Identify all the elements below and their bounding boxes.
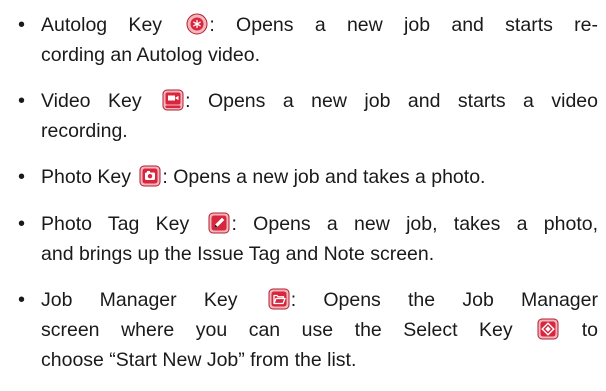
list-item-text: Video Key : Opens a new job and starts a…	[41, 86, 598, 146]
list-item-text: Autolog Key : Opens a new job and starts…	[41, 10, 598, 70]
description-text: to	[560, 319, 598, 341]
key-name-text: Photo Tag Key	[41, 213, 206, 235]
bullet: •	[18, 166, 26, 188]
key-name-text: Job Manager Key	[41, 289, 265, 311]
line: Video Key : Opens a new job and starts a…	[41, 86, 598, 116]
line: Photo Tag Key : Opens a new job, takes a…	[41, 209, 598, 239]
description-text: : Opens a new job, takes a photo,	[231, 213, 598, 235]
list-item-text: Job Manager Key : Opens the Job Manager …	[41, 285, 598, 375]
description-text: : Opens a new job and starts a video	[185, 90, 598, 112]
line: Job Manager Key : Opens the Job Manager	[41, 285, 598, 315]
key-name-text: Photo Key	[41, 166, 137, 188]
key-name-text: Autolog Key	[41, 14, 184, 36]
line: screen where you can use the Select Key …	[41, 315, 598, 345]
autolog-key-icon	[186, 13, 208, 35]
document-page: • Autolog Key : Opens a new job and star…	[0, 0, 606, 391]
bullet: •	[18, 14, 26, 36]
list-item-text: Photo Tag Key : Opens a new job, takes a…	[41, 209, 598, 269]
key-name-text: Video Key	[41, 90, 160, 112]
line: choose “Start New Job” from the list.	[41, 349, 357, 371]
list-item-text: Photo Key : Opens a new job and takes a …	[41, 162, 598, 192]
bullet: •	[18, 90, 26, 112]
line: cording an Autolog video.	[41, 44, 260, 66]
job-manager-key-icon	[268, 288, 290, 310]
description-text: : Opens the Job Manager	[290, 289, 598, 311]
photo-tag-key-icon	[208, 212, 230, 234]
select-key-icon	[537, 318, 559, 340]
bullet: •	[18, 289, 26, 311]
line: and brings up the Issue Tag and Note scr…	[41, 243, 435, 265]
description-text: : Opens a new job and takes a photo.	[162, 166, 486, 188]
line: Autolog Key : Opens a new job and starts…	[41, 10, 598, 40]
photo-key-icon	[139, 165, 161, 187]
description-text: : Opens a new job and starts re-	[209, 14, 598, 36]
video-key-icon	[162, 89, 184, 111]
line: Photo Key : Opens a new job and takes a …	[41, 162, 598, 192]
bullet: •	[18, 213, 26, 235]
description-text: screen where you can use the Select Key	[41, 319, 535, 341]
line: recording.	[41, 120, 128, 142]
